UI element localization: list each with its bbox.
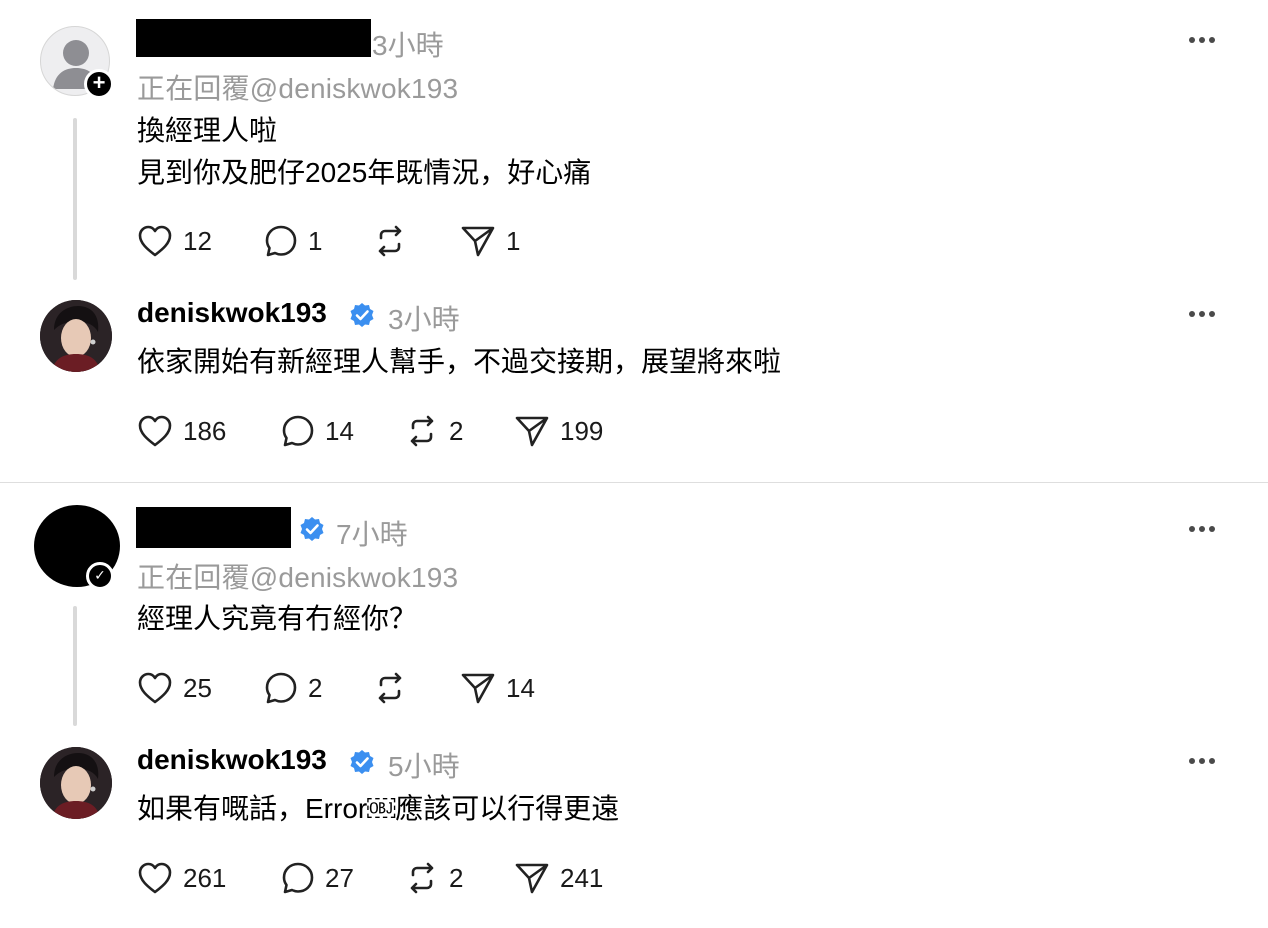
post-time: 5小時	[388, 751, 460, 782]
more-icon[interactable]	[1188, 757, 1216, 765]
avatar-deniskwok193[interactable]	[40, 747, 112, 819]
repost-icon	[378, 225, 402, 257]
repost-button[interactable]	[373, 224, 460, 258]
post-text-line: 見到你及肥仔2025年既情況，好心痛	[137, 157, 592, 188]
post-text-line: 經理人究竟有冇經你？	[137, 603, 418, 634]
post-time: 7小時	[336, 519, 408, 550]
like-count: 12	[183, 225, 212, 256]
share-icon	[515, 416, 549, 447]
share-icon	[515, 863, 549, 894]
redacted-username	[136, 19, 371, 57]
username[interactable]: deniskwok193	[137, 744, 327, 776]
share-button[interactable]: 1	[460, 224, 520, 258]
comment-button[interactable]: 27	[281, 861, 405, 895]
like-button[interactable]: 261	[137, 861, 281, 895]
like-count: 25	[183, 672, 212, 703]
post-text-line: 換經理人啦	[137, 115, 278, 146]
like-count: 186	[183, 415, 227, 446]
profile-photo	[40, 300, 112, 372]
share-button[interactable]: 199	[514, 414, 603, 448]
reply-to-label[interactable]: 正在回覆@deniskwok193	[137, 556, 458, 596]
share-count: 241	[560, 862, 604, 893]
like-button[interactable]: 25	[137, 671, 264, 705]
repost-icon	[410, 415, 434, 447]
comment-icon	[265, 672, 297, 704]
comment-count: 27	[325, 862, 354, 893]
repost-button[interactable]: 2	[405, 861, 514, 895]
like-button[interactable]: 12	[137, 224, 264, 258]
share-count: 14	[506, 672, 535, 703]
verified-icon	[350, 303, 374, 327]
comment-count: 1	[308, 225, 323, 256]
repost-icon	[410, 862, 434, 894]
comment-count: 14	[325, 415, 354, 446]
avatar-deniskwok193[interactable]	[40, 300, 112, 372]
more-icon[interactable]	[1188, 36, 1216, 44]
verified-icon	[300, 517, 324, 541]
profile-photo	[40, 747, 112, 819]
repost-icon	[378, 672, 402, 704]
heart-icon	[138, 862, 172, 894]
thread-line	[73, 606, 77, 726]
share-button[interactable]: 14	[460, 671, 535, 705]
comment-count: 2	[308, 672, 323, 703]
comment-icon	[282, 415, 314, 447]
username[interactable]: deniskwok193	[137, 297, 327, 329]
action-bar: 25 2 14	[137, 668, 535, 708]
more-icon[interactable]	[1188, 525, 1216, 533]
repost-button[interactable]: 2	[405, 414, 514, 448]
share-count: 199	[560, 415, 604, 446]
repost-count: 2	[449, 415, 464, 446]
repost-count: 2	[449, 862, 464, 893]
post-time: 3小時	[388, 304, 460, 335]
more-icon[interactable]	[1188, 310, 1216, 318]
like-button[interactable]: 186	[137, 414, 281, 448]
post-text-line: 依家開始有新經理人幫手，不過交接期，展望將來啦	[137, 346, 782, 377]
comment-button[interactable]: 1	[264, 224, 373, 258]
heart-icon	[138, 225, 172, 257]
share-button[interactable]: 241	[514, 861, 603, 895]
redacted-username	[136, 507, 291, 548]
follow-plus-icon[interactable]: ✓	[86, 562, 114, 590]
comment-button[interactable]: 2	[264, 671, 373, 705]
share-count: 1	[506, 225, 521, 256]
comment-icon	[265, 225, 297, 257]
action-bar: 261 27 2 241	[137, 858, 603, 898]
verified-icon	[350, 750, 374, 774]
action-bar: 12 1 1	[137, 221, 520, 261]
follow-plus-icon[interactable]: +	[84, 69, 114, 99]
thread-divider	[0, 482, 1268, 483]
comment-button[interactable]: 14	[281, 414, 405, 448]
post-time: 3小時	[372, 30, 444, 61]
heart-icon	[138, 415, 172, 447]
heart-icon	[138, 672, 172, 704]
comment-icon	[282, 862, 314, 894]
thread-line	[73, 118, 77, 280]
repost-button[interactable]	[373, 671, 460, 705]
share-icon	[461, 226, 495, 257]
action-bar: 186 14 2 199	[137, 411, 603, 451]
like-count: 261	[183, 862, 227, 893]
reply-to-label[interactable]: 正在回覆@deniskwok193	[137, 67, 458, 107]
post-text-line: 如果有嘅話，Error￼應該可以行得更遠	[137, 793, 620, 824]
share-icon	[461, 673, 495, 704]
